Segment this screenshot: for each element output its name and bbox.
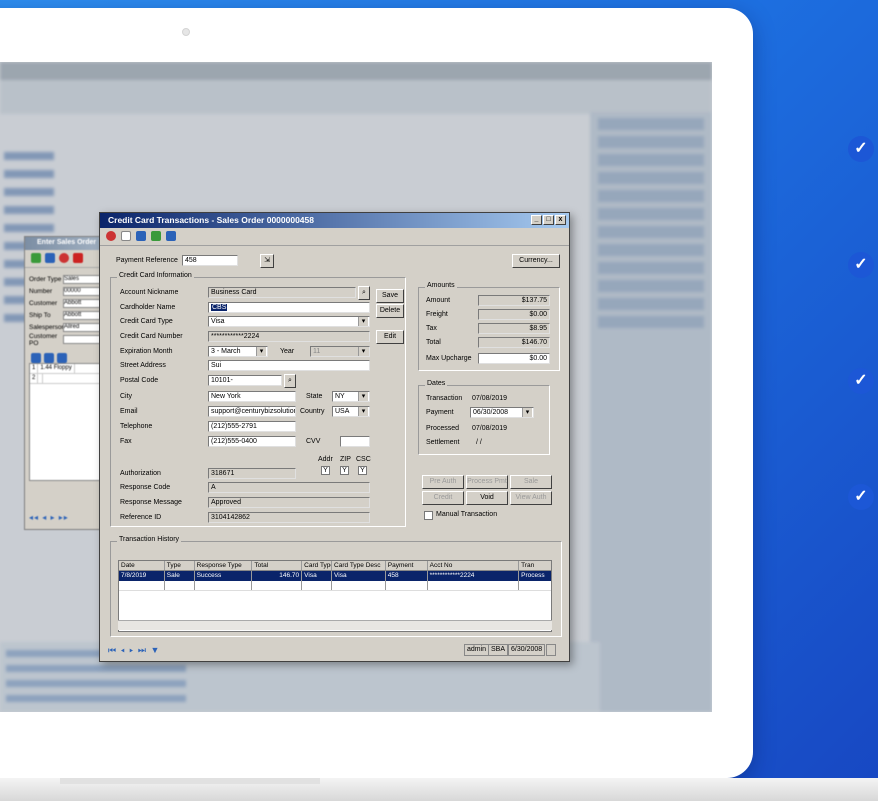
currency-button[interactable]: Currency... — [512, 254, 560, 268]
view-auth-button[interactable]: View Auth — [510, 491, 552, 505]
transaction-date: 07/08/2019 — [472, 395, 508, 402]
freight-field: $0.00 — [478, 309, 550, 320]
save-icon[interactable] — [45, 253, 55, 263]
check-icon: ✓ — [848, 252, 874, 278]
account-nickname-field[interactable]: Business Card — [208, 287, 356, 298]
manual-transaction-checkbox[interactable] — [424, 511, 433, 520]
laptop-screen: Enter Sales Order Order Type Sales Number… — [0, 62, 712, 712]
print-icon[interactable] — [136, 231, 146, 241]
year-select[interactable]: 11 — [310, 346, 370, 357]
cvv-input[interactable] — [340, 436, 370, 447]
payment-reference-input[interactable]: 458 — [182, 255, 238, 266]
status-user: admin — [464, 644, 490, 656]
table-row[interactable]: 7/8/2019 Sale Success 146.70 Visa Visa 4… — [119, 571, 551, 581]
laptop-camera — [182, 28, 190, 36]
delete-icon[interactable] — [106, 231, 116, 241]
void-button[interactable]: Void — [466, 491, 508, 505]
calendar-icon[interactable] — [546, 644, 556, 656]
total-field: $146.70 — [478, 337, 550, 348]
laptop-base-notch — [60, 778, 320, 784]
credit-button[interactable]: Credit — [422, 491, 464, 505]
toolbar — [100, 228, 569, 246]
city-input[interactable]: New York — [208, 391, 296, 402]
card-number-field[interactable]: ************2224 — [208, 331, 370, 342]
settlement-date: / / — [476, 439, 482, 446]
telephone-input[interactable]: (212)555-2791 — [208, 421, 296, 432]
addr-check: Y — [321, 466, 330, 475]
prev-record-icon[interactable]: ◂ — [121, 645, 126, 655]
csc-check: Y — [358, 466, 367, 475]
delete-button[interactable]: Delete — [376, 304, 404, 318]
payment-date-select[interactable]: 06/30/2008 — [470, 407, 534, 418]
status-date: 6/30/2008 — [508, 644, 546, 656]
minimize-button[interactable]: _ — [531, 215, 542, 225]
status-company: SBA — [488, 644, 509, 656]
list-icon[interactable] — [57, 353, 67, 363]
check-icon: ✓ — [848, 484, 874, 510]
process-pmt-button[interactable]: Process Pmt — [466, 475, 508, 489]
card-type-select[interactable]: Visa — [208, 316, 370, 327]
delete-icon[interactable] — [59, 253, 69, 263]
list-icon[interactable] — [166, 231, 176, 241]
list-icon[interactable] — [44, 353, 54, 363]
state-select[interactable]: NY — [332, 391, 370, 402]
edit-button[interactable]: Edit — [376, 330, 404, 344]
next-record-icon[interactable]: ▸ — [129, 645, 134, 655]
first-record-icon[interactable]: ⏮ — [108, 645, 117, 655]
processed-date: 07/08/2019 — [472, 425, 508, 432]
lookup-button[interactable]: ⇲ — [260, 254, 274, 268]
response-code-field: A — [208, 482, 370, 493]
table-header: Date Type Response Type Total Card Type … — [119, 561, 551, 571]
search-icon[interactable]: ⌕ — [358, 286, 370, 300]
email-input[interactable]: support@centurybizsolution — [208, 406, 296, 417]
save-button[interactable]: Save — [376, 289, 404, 303]
amount-field: $137.75 — [478, 295, 550, 306]
street-address-input[interactable]: Sui — [208, 360, 370, 371]
authorization-field: 318671 — [208, 468, 296, 479]
globe-icon[interactable] — [31, 353, 41, 363]
record-navigator[interactable]: ◂◂ ◂ ▸ ▸▸ — [29, 513, 69, 522]
close-icon[interactable] — [73, 253, 83, 263]
tax-field: $8.95 — [478, 323, 550, 334]
filter-icon[interactable]: ▼ — [150, 645, 160, 655]
check-icon: ✓ — [848, 368, 874, 394]
postal-code-input[interactable]: 10101- — [208, 375, 282, 386]
table-row[interactable] — [119, 581, 551, 591]
zip-check: Y — [340, 466, 349, 475]
close-button[interactable]: x — [555, 215, 566, 225]
window-title: Credit Card Transactions - Sales Order 0… — [100, 213, 569, 228]
check-icon[interactable] — [31, 253, 41, 263]
window-controls: _ □ x — [531, 215, 566, 225]
reference-id-field: 3104142862 — [208, 512, 370, 523]
record-navigator[interactable]: ⏮ ◂ ▸ ⏭ ▼ — [108, 645, 160, 656]
search-icon[interactable]: ⌕ — [284, 374, 296, 388]
max-upcharge-input[interactable]: $0.00 — [478, 353, 550, 364]
pre-auth-button[interactable]: Pre Auth — [422, 475, 464, 489]
expiration-month-select[interactable]: 3 - March — [208, 346, 268, 357]
fax-input[interactable]: (212)555-0400 — [208, 436, 296, 447]
country-select[interactable]: USA — [332, 406, 370, 417]
globe-icon[interactable] — [151, 231, 161, 241]
horizontal-scrollbar[interactable] — [118, 620, 552, 630]
last-record-icon[interactable]: ⏭ — [138, 645, 147, 655]
cardholder-name-input[interactable]: CBS — [208, 302, 370, 313]
sale-button[interactable]: Sale — [510, 475, 552, 489]
check-icon: ✓ — [848, 136, 874, 162]
response-message-field: Approved — [208, 497, 370, 508]
maximize-button[interactable]: □ — [543, 215, 554, 225]
credit-card-window: Credit Card Transactions - Sales Order 0… — [99, 212, 570, 662]
new-document-icon[interactable] — [121, 231, 131, 241]
payment-reference-label: Payment Reference — [116, 257, 178, 264]
